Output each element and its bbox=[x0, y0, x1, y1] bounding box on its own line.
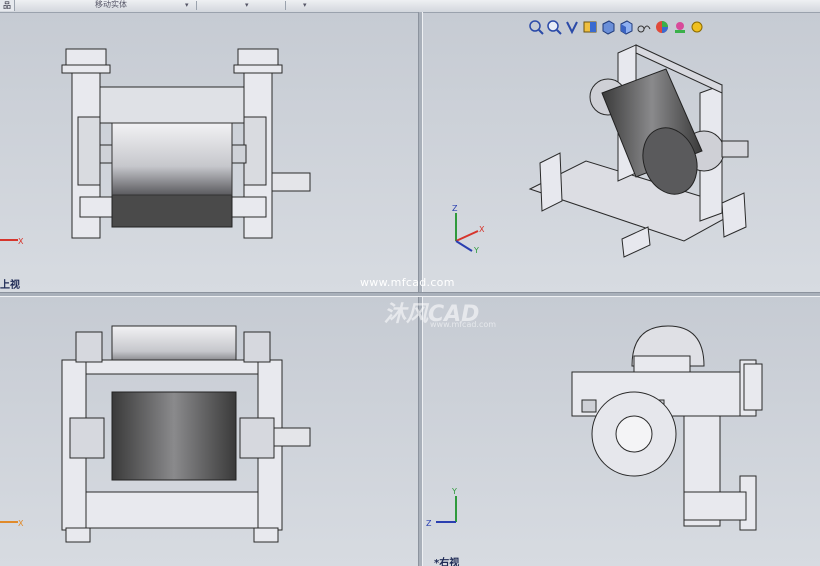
viewport-isometric[interactable]: Z X Y bbox=[422, 13, 820, 292]
view-orientation-icon[interactable] bbox=[600, 19, 616, 35]
right-view-drawing: Y Z bbox=[426, 325, 763, 531]
left-post-cap bbox=[65, 48, 107, 66]
view-label-right: *右视 bbox=[434, 558, 460, 566]
x-axis-arrow bbox=[455, 230, 479, 242]
front-foot-right bbox=[253, 527, 279, 543]
isometric-drawing: Z X Y bbox=[452, 44, 749, 258]
move-body-command[interactable]: 移动实体 bbox=[95, 0, 127, 10]
watermark-sub-url: www.mfcad.com bbox=[430, 320, 497, 329]
z-axis-arrow bbox=[455, 240, 473, 252]
front-bearing-left bbox=[69, 417, 105, 459]
right-bearing-housing bbox=[243, 116, 267, 186]
heads-up-view-toolbar bbox=[528, 18, 706, 36]
front-foot-left bbox=[65, 527, 91, 543]
apply-scene-icon[interactable] bbox=[672, 19, 688, 35]
hide-show-items-icon[interactable] bbox=[636, 19, 652, 35]
section-view-icon[interactable] bbox=[582, 19, 598, 35]
front-bearing-top-right bbox=[243, 331, 271, 363]
viewport-right-view[interactable]: Y Z *右视 bbox=[422, 296, 820, 566]
y-axis-label: Y bbox=[473, 246, 479, 255]
z-axis-label: Z bbox=[426, 519, 432, 528]
drive-shaft-extension bbox=[271, 172, 311, 192]
front-bearing-top-left bbox=[75, 331, 103, 363]
front-lower-beam bbox=[85, 491, 259, 529]
y-axis-label: Y bbox=[451, 487, 457, 496]
right-upper-bearing-base bbox=[633, 355, 691, 373]
right-drum-hub bbox=[615, 415, 653, 453]
roller-drum bbox=[111, 122, 233, 196]
toolbar-separator bbox=[285, 1, 286, 10]
right-flange-top bbox=[743, 363, 763, 411]
iso-leg-front bbox=[621, 226, 651, 258]
chevron-down-icon[interactable]: ▾ bbox=[245, 0, 249, 10]
iso-shaft bbox=[721, 140, 749, 158]
right-post-cap bbox=[237, 48, 279, 66]
watermark-url: www.mfcad.com bbox=[360, 276, 455, 289]
zoom-to-area-icon[interactable] bbox=[546, 19, 562, 35]
edit-appearance-icon[interactable] bbox=[654, 19, 670, 35]
viewport-vertical-splitter[interactable] bbox=[418, 12, 423, 566]
right-frame-slot-left bbox=[581, 399, 597, 413]
left-post-flange bbox=[61, 64, 111, 74]
iso-leg-left bbox=[539, 152, 563, 212]
zoom-to-fit-icon[interactable] bbox=[528, 19, 544, 35]
x-axis-label: X bbox=[18, 519, 24, 528]
top-view-drawing: X bbox=[0, 48, 311, 246]
command-manager-strip: 品 移动实体 ▾ ▾ ▾ bbox=[0, 0, 820, 13]
left-bearing-housing bbox=[77, 116, 101, 186]
chevron-down-icon[interactable]: ▾ bbox=[185, 0, 189, 10]
viewport-front-view[interactable]: X bbox=[0, 296, 418, 566]
front-bearing-right bbox=[239, 417, 275, 459]
display-style-icon[interactable] bbox=[618, 19, 634, 35]
view-settings-icon[interactable] bbox=[690, 19, 706, 35]
front-view-drawing: X bbox=[0, 325, 311, 543]
right-bottom-bracket bbox=[683, 491, 747, 521]
toolbar-separator bbox=[196, 1, 197, 10]
x-axis-label: X bbox=[18, 237, 24, 246]
view-label-top: 上视 bbox=[0, 280, 20, 291]
iso-leg-right bbox=[721, 192, 747, 238]
back-plate bbox=[99, 86, 245, 124]
previous-view-icon[interactable] bbox=[564, 19, 580, 35]
right-post-flange bbox=[233, 64, 283, 74]
z-axis-label: Z bbox=[452, 204, 458, 213]
x-axis-label: X bbox=[479, 225, 485, 234]
viewport-top-view[interactable]: X 上视 bbox=[0, 13, 418, 292]
front-drive-shaft bbox=[273, 427, 311, 447]
right-shaft bbox=[231, 144, 247, 164]
chevron-down-icon[interactable]: ▾ bbox=[303, 0, 307, 10]
feature-tab[interactable]: 品 bbox=[0, 0, 15, 11]
front-roller-drum bbox=[111, 391, 237, 481]
